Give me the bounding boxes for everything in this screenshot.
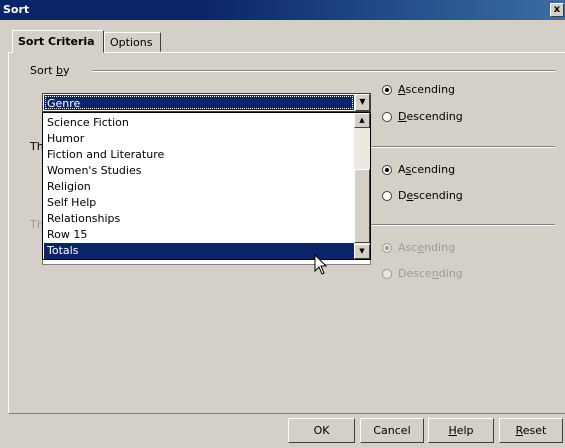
chevron-down-icon: ▼ xyxy=(359,97,366,106)
dropdown-item[interactable]: Women's Studies xyxy=(44,163,354,179)
then-by-2-ascending-radio[interactable]: Ascending xyxy=(382,241,455,254)
sort-by-combo-value: Genre xyxy=(44,95,354,110)
then-by-1-ascending-label: Ascending xyxy=(398,163,456,176)
then-by-1-ascending-radio[interactable]: Ascending xyxy=(382,163,455,176)
close-button[interactable]: x xyxy=(550,3,564,17)
sort-by-descending-label: Descending xyxy=(398,110,463,123)
dropdown-item[interactable]: Row 15 xyxy=(44,227,354,243)
sort-by-descending-radio[interactable]: Descending xyxy=(382,110,463,123)
close-icon: x xyxy=(553,4,561,15)
scroll-up-button[interactable]: ▲ xyxy=(354,113,370,128)
title-bar: Sort x xyxy=(0,0,565,20)
mouse-cursor-icon xyxy=(314,254,328,275)
dropdown-item[interactable]: Relationships xyxy=(44,211,354,227)
ok-button[interactable]: OK xyxy=(288,418,355,443)
scroll-thumb[interactable] xyxy=(354,169,370,243)
then-by-2-ascending-label: Ascending xyxy=(398,241,456,254)
scroll-down-button[interactable]: ▼ xyxy=(354,244,370,259)
tab-options[interactable]: Options xyxy=(104,32,161,52)
dropdown-item[interactable]: Fiction and Literature xyxy=(44,147,354,163)
tab-sort-criteria[interactable]: Sort Criteria xyxy=(12,30,104,53)
reset-button[interactable]: Reset xyxy=(499,418,563,443)
help-button[interactable]: Help xyxy=(428,418,494,443)
window-title: Sort xyxy=(3,3,30,16)
sort-by-combo[interactable]: Genre ▼ xyxy=(42,93,371,112)
sort-by-label: Sort by xyxy=(30,64,70,77)
dropdown-item[interactable]: Self Help xyxy=(44,195,354,211)
dropdown-item[interactable]: Humor xyxy=(44,131,354,147)
sort-by-ascending-label: Ascending xyxy=(398,83,456,96)
then-by-2-descending-radio[interactable]: Descending xyxy=(382,267,463,280)
then-by-2-descending-label: Descending xyxy=(398,267,463,280)
radio-checked-icon xyxy=(382,84,392,95)
dropdown-item-selected[interactable]: Totals xyxy=(44,243,354,259)
sort-by-divider xyxy=(92,70,555,72)
radio-unchecked-icon xyxy=(382,111,392,122)
then-by-1-descending-radio[interactable]: Descending xyxy=(382,189,463,202)
then-by-1-divider xyxy=(371,146,555,148)
radio-checked-icon xyxy=(382,164,392,175)
radio-checked-icon xyxy=(382,242,392,253)
cancel-button[interactable]: Cancel xyxy=(360,418,424,443)
scroll-down-icon: ▼ xyxy=(359,247,365,255)
then-by-2-divider xyxy=(371,224,555,226)
dropdown-scrollbar[interactable]: ▲ ▼ xyxy=(354,113,370,259)
radio-unchecked-icon xyxy=(382,190,392,201)
then-by-1-descending-label: Descending xyxy=(398,189,463,202)
tab-options-label: Options xyxy=(110,36,153,49)
combo-dropdown-button[interactable]: ▼ xyxy=(355,94,370,111)
scroll-up-icon: ▲ xyxy=(359,116,365,124)
sort-by-dropdown-list[interactable]: Science Fiction Humor Fiction and Litera… xyxy=(42,112,371,260)
dropdown-item[interactable]: Religion xyxy=(44,179,354,195)
dropdown-item[interactable]: Science Fiction xyxy=(44,115,354,131)
tab-sort-criteria-label: Sort Criteria xyxy=(18,35,95,48)
sort-by-ascending-radio[interactable]: Ascending xyxy=(382,83,455,96)
radio-unchecked-icon xyxy=(382,268,392,279)
